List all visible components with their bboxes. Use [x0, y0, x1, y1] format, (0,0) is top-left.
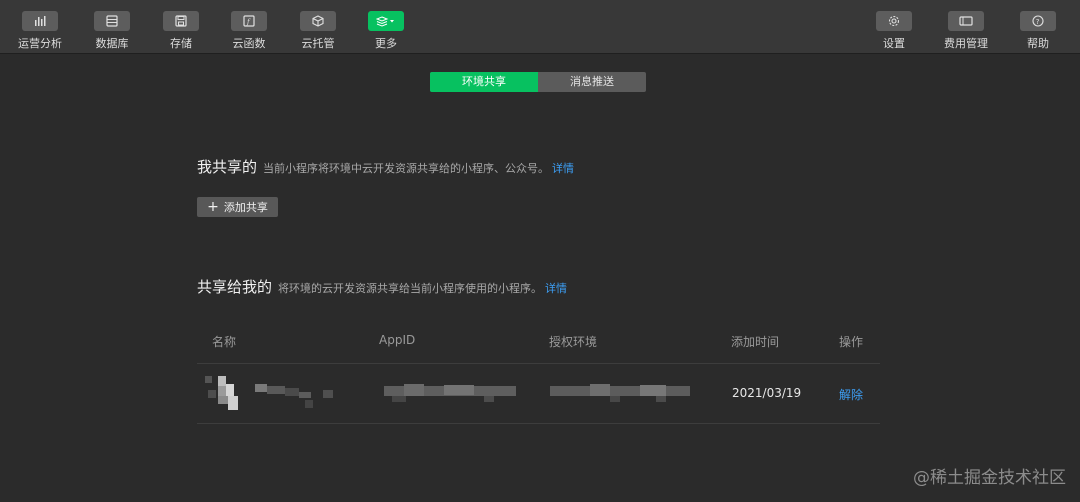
- plus-icon: +: [207, 199, 219, 215]
- toolbar-label: 运营分析: [18, 37, 62, 50]
- shared-table: 名称 AppID 授权环境 添加时间 操作 2021/03/19 解除: [197, 325, 880, 424]
- section-description: 当前小程序将环境中云开发资源共享给的小程序、公众号。: [263, 162, 550, 175]
- layers-icon: [368, 11, 404, 31]
- my-share-header: 我共享的 当前小程序将环境中云开发资源共享给的小程序、公众号。 详情: [197, 156, 574, 177]
- section-title: 共享给我的: [197, 278, 273, 296]
- toolbar-operations-analysis[interactable]: 运营分析: [10, 11, 70, 51]
- column-header-appid: AppID: [379, 333, 416, 347]
- toolbar-label: 数据库: [95, 37, 129, 50]
- add-share-button[interactable]: + 添加共享: [197, 197, 278, 217]
- help-icon: ?: [1020, 11, 1056, 31]
- toolbar-cloud-function[interactable]: f 云函数: [219, 11, 279, 51]
- redacted-name: [205, 376, 340, 410]
- top-toolbar: 运营分析 数据库 存储 f 云函数 云托管 更多 设置 费用管理 ? 帮助: [0, 0, 1080, 54]
- watermark: @稀土掘金技术社区: [913, 468, 1066, 488]
- shared-to-me-header: 共享给我的 将环境的云开发资源共享给当前小程序使用的小程序。 详情: [197, 276, 567, 297]
- redacted-appid: [384, 384, 516, 402]
- toolbar-billing[interactable]: 费用管理: [936, 11, 996, 51]
- table-row: 2021/03/19 解除: [197, 364, 880, 424]
- toolbar-label: 费用管理: [944, 37, 988, 50]
- toolbar-label: 帮助: [1027, 37, 1049, 50]
- table-header: 名称 AppID 授权环境 添加时间 操作: [197, 325, 880, 364]
- unbind-link[interactable]: 解除: [839, 386, 863, 403]
- column-header-name: 名称: [212, 335, 237, 349]
- redacted-env: [550, 384, 690, 402]
- billing-icon: [948, 11, 984, 31]
- bar-chart-icon: [22, 11, 58, 31]
- added-time: 2021/03/19: [732, 386, 802, 400]
- svg-text:f: f: [246, 18, 251, 26]
- gear-icon: [876, 11, 912, 31]
- tab-message-push[interactable]: 消息推送: [538, 72, 646, 92]
- toolbar-cloud-hosting[interactable]: 云托管: [288, 11, 348, 51]
- column-header-env: 授权环境: [549, 335, 598, 349]
- toolbar-more[interactable]: 更多: [356, 11, 416, 51]
- toolbar-label: 云函数: [232, 37, 266, 50]
- column-header-action: 操作: [839, 335, 864, 349]
- function-icon: f: [231, 11, 267, 31]
- toolbar-help[interactable]: ? 帮助: [1008, 11, 1068, 51]
- details-link[interactable]: 详情: [545, 280, 567, 296]
- svg-text:?: ?: [1036, 18, 1040, 26]
- toolbar-database[interactable]: 数据库: [82, 11, 142, 51]
- toolbar-label: 设置: [883, 37, 905, 50]
- section-title: 我共享的: [197, 158, 258, 176]
- section-description: 将环境的云开发资源共享给当前小程序使用的小程序。: [278, 282, 543, 295]
- add-share-label: 添加共享: [223, 201, 268, 214]
- toolbar-label: 更多: [375, 37, 397, 50]
- details-link[interactable]: 详情: [552, 160, 574, 176]
- toolbar-storage[interactable]: 存储: [151, 11, 211, 51]
- toolbar-label: 存储: [170, 37, 192, 50]
- toolbar-settings[interactable]: 设置: [864, 11, 924, 51]
- cube-icon: [300, 11, 336, 31]
- database-icon: [94, 11, 130, 31]
- tab-env-share[interactable]: 环境共享: [430, 72, 538, 92]
- segment-tabs: 环境共享 消息推送: [430, 72, 646, 92]
- save-icon: [163, 11, 199, 31]
- toolbar-label: 云托管: [301, 37, 335, 50]
- column-header-added-time: 添加时间: [731, 335, 780, 349]
